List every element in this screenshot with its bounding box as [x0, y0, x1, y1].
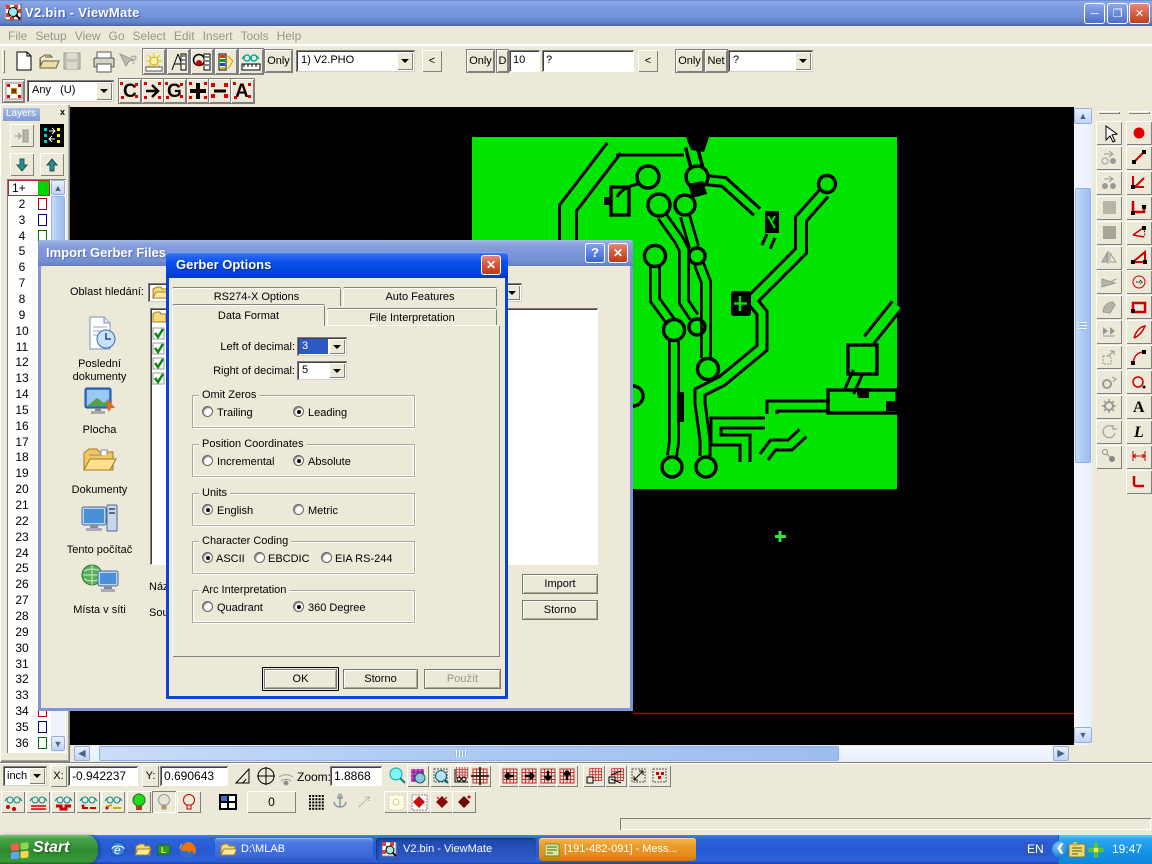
svg-text:C: C: [123, 81, 137, 102]
svg-text:A: A: [235, 81, 249, 102]
svg-text:L: L: [161, 846, 166, 855]
svg-text:L: L: [1133, 424, 1144, 441]
svg-text:G: G: [167, 81, 182, 102]
svg-text:e: e: [114, 843, 121, 857]
svg-text:?: ?: [130, 53, 137, 67]
svg-text:A: A: [1133, 399, 1145, 416]
